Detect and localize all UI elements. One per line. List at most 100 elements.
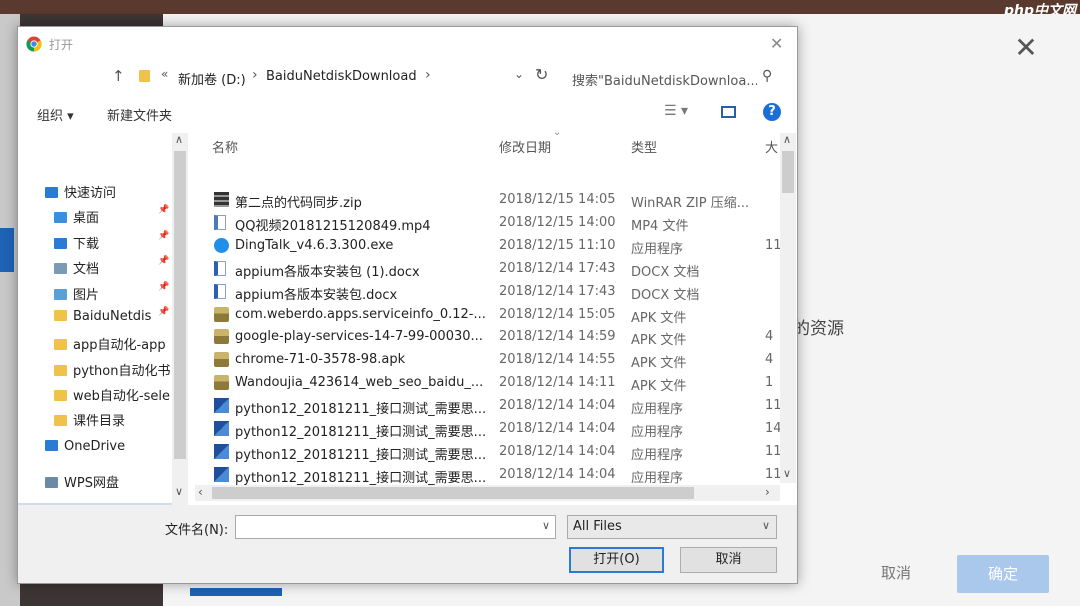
sidebar-item[interactable]: BaiduNetdis 📌 — [18, 306, 178, 328]
file-row[interactable]: appium各版本安装包 (1).docx 2018/12/14 17:43 DOC… — [208, 258, 788, 280]
file-name: appium各版本安装包 (1).docx — [235, 264, 420, 280]
pin-icon[interactable]: 📌 — [158, 307, 169, 317]
search-input[interactable]: 搜索"BaiduNetdiskDownloa... ⚲ — [566, 65, 781, 90]
column-header-name[interactable]: 名称 — [212, 137, 238, 156]
column-header-type[interactable]: 类型 — [631, 137, 657, 156]
horizontal-scrollbar[interactable]: ‹ › — [195, 485, 780, 501]
file-row[interactable]: python12_20181211_接口测试_需要思... 2018/12/14 … — [208, 418, 788, 440]
background-close-icon[interactable]: ✕ — [1012, 34, 1040, 62]
file-size: 4 — [765, 329, 774, 345]
horizontal-scroll-thumb[interactable] — [212, 487, 694, 499]
sidebar-item[interactable]: 下载 📌 — [18, 230, 178, 252]
cloud-icon — [45, 477, 58, 488]
chevron-up-icon[interactable]: ∧ — [175, 133, 183, 146]
file-date: 2018/12/14 14:04 — [499, 443, 616, 459]
folder-icon — [54, 212, 67, 223]
background-blue-button-edge — [190, 588, 282, 596]
sidebar-item-label: 下载 — [73, 237, 100, 252]
chevron-right-icon[interactable]: › — [765, 485, 770, 499]
sidebar-scroll-thumb[interactable] — [174, 151, 186, 459]
file-row[interactable]: appium各版本安装包.docx 2018/12/14 17:43 DOCX 文档 — [208, 281, 788, 303]
cancel-button[interactable]: 取消 — [680, 547, 777, 573]
background-cancel-button[interactable]: 取消 — [862, 555, 930, 591]
file-name: appium各版本安装包.docx — [235, 287, 398, 303]
dialog-footer: 文件名(N): ∨ All Files ∨ 打开(O) 取消 — [18, 505, 797, 583]
sidebar-item[interactable]: 课件目录 — [18, 407, 178, 429]
pin-icon[interactable]: 📌 — [158, 282, 169, 292]
zip-icon — [214, 192, 229, 207]
background-top-bar — [0, 0, 1080, 14]
breadcrumb-drive[interactable]: 新加卷 (D:) — [178, 69, 246, 88]
chevron-down-icon[interactable]: ∨ — [542, 519, 550, 532]
sidebar-item-label: python自动化书 — [73, 364, 171, 379]
file-type-select[interactable]: All Files ∨ — [567, 515, 777, 539]
chevron-left-icon[interactable]: ‹ — [198, 485, 203, 499]
file-row[interactable]: Wandoujia_423614_web_seo_baidu_... 2018/1… — [208, 372, 788, 394]
file-row[interactable]: QQ视频20181215120849.mp4 2018/12/15 14:00 MP… — [208, 212, 788, 234]
sidebar-item[interactable]: python自动化书 — [18, 357, 178, 379]
column-header-size[interactable]: 大 — [765, 137, 778, 156]
file-list-scroll-thumb[interactable] — [782, 151, 794, 193]
file-type: APK 文件 — [631, 333, 687, 349]
view-options-icon[interactable]: ☰ ▾ — [664, 103, 688, 119]
file-name-label: 文件名(N): — [165, 523, 229, 538]
file-row[interactable]: google-play-services-14-7-99-00030... 201… — [208, 326, 788, 348]
sidebar-item[interactable]: 文档 📌 — [18, 255, 178, 277]
pin-icon[interactable]: 📌 — [158, 256, 169, 266]
open-button[interactable]: 打开(O) — [569, 547, 664, 573]
file-row[interactable]: python12_20181211_接口测试_需要思... 2018/12/14 … — [208, 441, 788, 463]
help-icon[interactable]: ? — [763, 103, 781, 121]
file-name-input[interactable]: ∨ — [235, 515, 556, 539]
sidebar-item[interactable]: OneDrive — [18, 436, 178, 458]
background-ok-button[interactable]: 确定 — [957, 555, 1049, 593]
sidebar-scrollbar[interactable]: ∧ ∨ — [172, 133, 188, 505]
preview-pane-icon[interactable] — [721, 106, 736, 118]
file-size: 1 — [765, 375, 774, 391]
up-arrow-icon[interactable]: ↑ — [112, 67, 125, 85]
chevron-down-icon[interactable]: ∨ — [762, 519, 770, 532]
file-date: 2018/12/14 14:11 — [499, 375, 616, 391]
file-date: 2018/12/15 14:00 — [499, 214, 616, 230]
chevron-up-icon[interactable]: ∧ — [783, 133, 791, 146]
breadcrumb-overflow-icon[interactable]: « — [161, 67, 168, 81]
sidebar-item[interactable]: 图片 📌 — [18, 281, 178, 303]
pin-icon[interactable]: 📌 — [158, 231, 169, 241]
close-icon[interactable]: ✕ — [770, 34, 783, 53]
file-date: 2018/12/14 14:04 — [499, 398, 616, 414]
chevron-down-icon[interactable]: ∨ — [783, 467, 791, 480]
new-folder-button[interactable]: 新建文件夹 — [107, 105, 172, 124]
sidebar-item[interactable]: 快速访问 — [18, 179, 178, 201]
sidebar-item-label: 桌面 — [73, 211, 100, 226]
breadcrumb-folder[interactable]: BaiduNetdiskDownload — [266, 69, 417, 84]
file-name: google-play-services-14-7-99-00030... — [235, 329, 483, 345]
file-type: WinRAR ZIP 压缩... — [631, 196, 750, 211]
column-header-date[interactable]: 修改日期 — [499, 137, 551, 156]
file-name: com.weberdo.apps.serviceinfo_0.12-... — [235, 306, 486, 322]
sidebar-item[interactable]: WPS网盘 — [18, 469, 178, 491]
chevron-right-icon[interactable]: › — [425, 67, 431, 83]
navigation-pane: 快速访问 桌面 📌 下载 📌 文档 📌 图片 📌 BaiduNetdis 📌 app自动化-app py… — [18, 133, 188, 525]
file-name: DingTalk_v4.6.3.300.exe — [235, 237, 394, 253]
chevron-down-icon[interactable]: ∨ — [175, 485, 183, 498]
file-type: MP4 文件 — [631, 218, 689, 234]
file-row[interactable]: com.weberdo.apps.serviceinfo_0.12-... 201… — [208, 304, 788, 326]
organize-button[interactable]: 组织 ▾ — [37, 105, 74, 124]
file-row[interactable]: DingTalk_v4.6.3.300.exe 2018/12/15 11:10 应… — [208, 235, 788, 257]
chevron-right-icon[interactable]: › — [252, 67, 258, 83]
sidebar-item-label: OneDrive — [64, 439, 126, 454]
refresh-icon[interactable]: ↻ — [535, 65, 548, 84]
sidebar-item[interactable]: app自动化-app — [18, 331, 178, 353]
pin-icon[interactable]: 📌 — [158, 205, 169, 215]
file-row[interactable]: python12_20181211_接口测试_需要思... 2018/12/14 … — [208, 395, 788, 417]
file-list-scrollbar[interactable]: ∧ ∨ — [780, 133, 796, 483]
sidebar-item[interactable]: web自动化-sele — [18, 382, 178, 404]
sidebar-item[interactable]: 桌面 📌 — [18, 204, 178, 226]
folder-icon — [54, 415, 67, 426]
chevron-down-icon[interactable]: ⌄ — [514, 67, 524, 81]
file-row[interactable]: python12_20181211_接口测试_需要思... 2018/12/14 … — [208, 464, 788, 486]
file-row[interactable]: chrome-71-0-3578-98.apk 2018/12/14 14:55 A… — [208, 349, 788, 371]
search-icon[interactable]: ⚲ — [762, 68, 772, 84]
file-row[interactable]: 第二点的代码同步.zip 2018/12/15 14:05 WinRAR ZIP 压… — [208, 189, 788, 211]
cloud-icon — [45, 440, 58, 451]
file-type: 应用程序 — [631, 470, 684, 486]
